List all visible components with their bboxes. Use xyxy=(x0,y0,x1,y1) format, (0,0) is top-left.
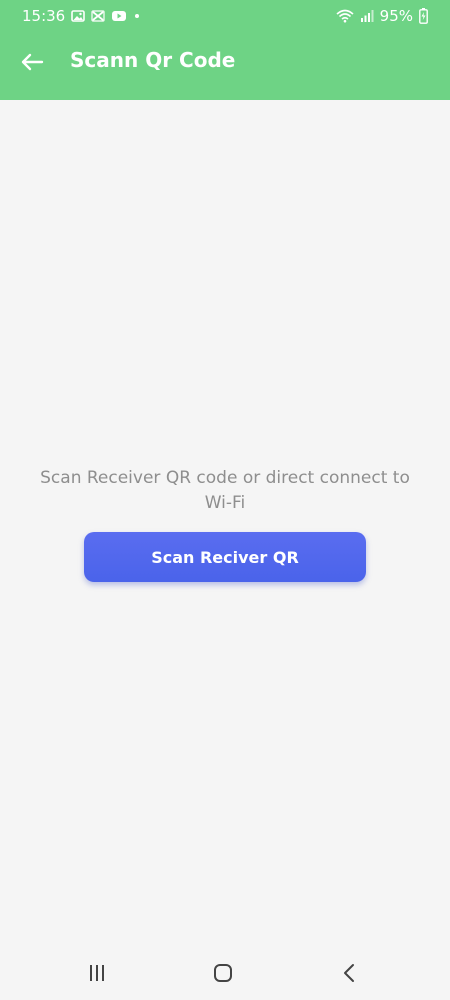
instruction-text: Scan Receiver QR code or direct connect … xyxy=(40,468,410,513)
battery-charging-icon xyxy=(419,8,428,24)
status-time: 15:36 xyxy=(22,7,66,25)
dot-icon xyxy=(135,14,140,18)
capcut-icon xyxy=(91,10,105,22)
youtube-icon xyxy=(112,11,127,21)
signal-icon xyxy=(360,10,374,22)
nav-back-button[interactable] xyxy=(334,960,364,986)
recents-icon xyxy=(90,965,104,981)
scan-receiver-qr-button[interactable]: Scan Reciver QR xyxy=(84,532,366,582)
app-bar: Scann Qr Code xyxy=(0,34,450,90)
status-bar: 15:36 95% xyxy=(0,0,450,34)
page-title: Scann Qr Code xyxy=(70,48,236,72)
recents-button[interactable] xyxy=(82,960,112,986)
status-right: 95% xyxy=(336,7,428,25)
home-icon xyxy=(214,964,232,982)
status-left: 15:36 xyxy=(22,7,141,25)
battery-percent: 95% xyxy=(379,7,413,25)
arrow-left-icon xyxy=(21,53,44,71)
gallery-icon xyxy=(71,10,86,22)
back-icon xyxy=(344,964,354,982)
home-button[interactable] xyxy=(208,960,238,986)
wifi-icon xyxy=(336,9,354,23)
instruction-block: Scan Receiver QR code or direct connect … xyxy=(30,466,420,516)
back-button[interactable] xyxy=(12,46,52,78)
system-nav-bar xyxy=(0,940,450,1000)
